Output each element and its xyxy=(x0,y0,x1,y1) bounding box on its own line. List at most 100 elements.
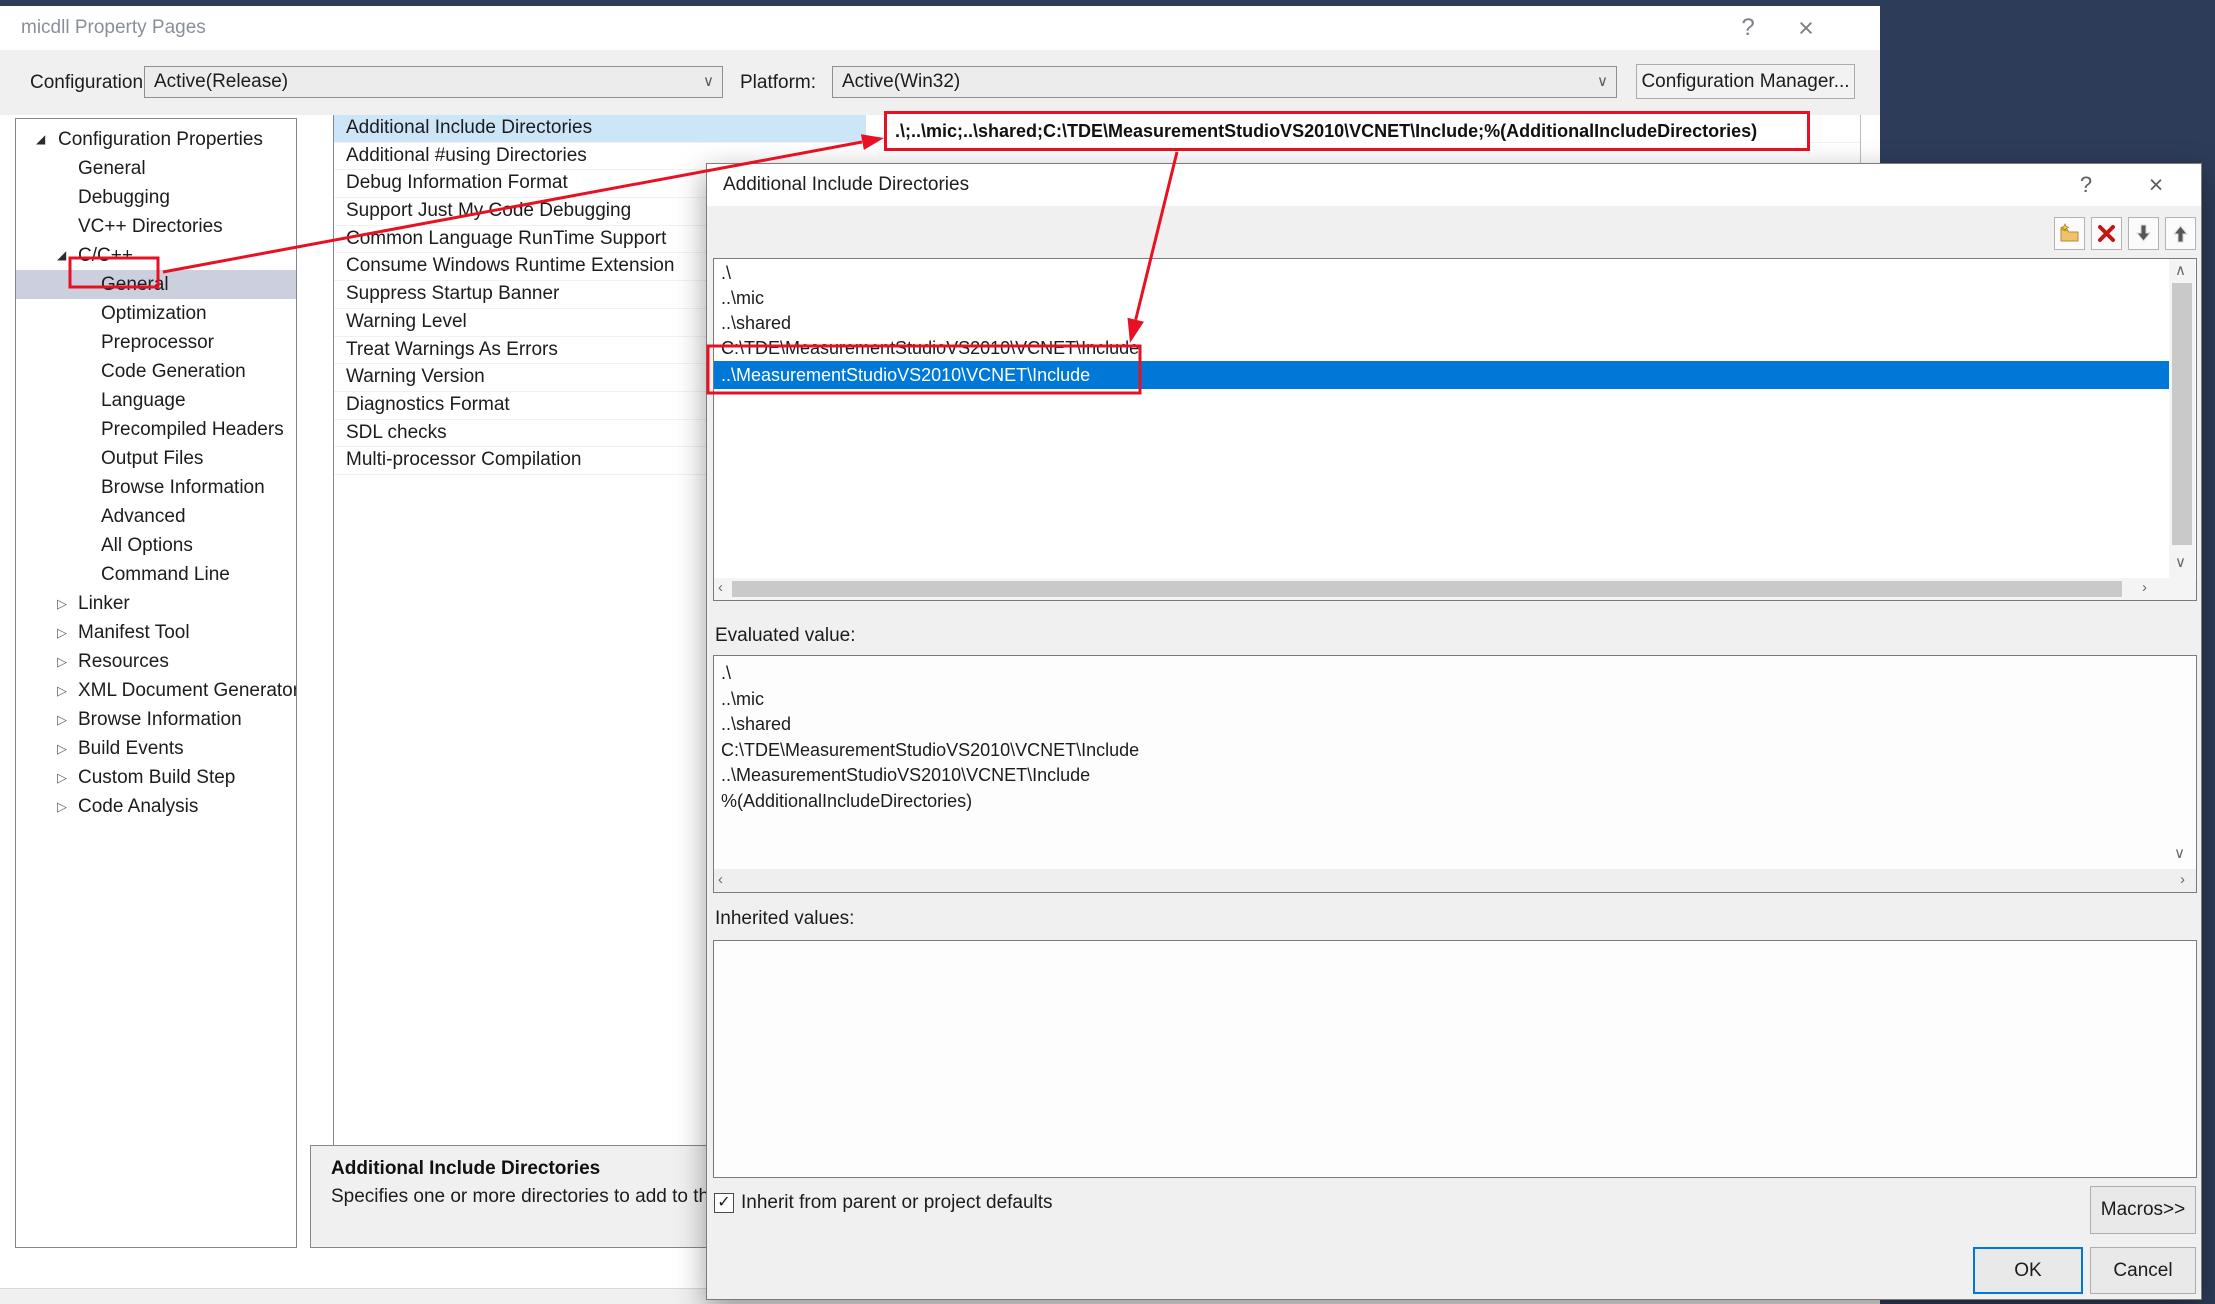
collapsed-icon[interactable]: ▷ xyxy=(57,676,67,705)
evaluated-line: ..\shared xyxy=(714,712,2164,738)
ok-button[interactable]: OK xyxy=(1973,1247,2083,1294)
tree-item-all-options[interactable]: All Options xyxy=(16,531,296,560)
configuration-select[interactable]: Active(Release) ∨ xyxy=(144,66,723,98)
property-value-text: .\;..\mic;..\shared;C:\TDE\MeasurementSt… xyxy=(887,114,1807,148)
platform-select[interactable]: Active(Win32) ∨ xyxy=(832,66,1617,98)
chevron-down-icon: ∨ xyxy=(703,67,714,97)
move-up-button[interactable] xyxy=(2165,217,2196,250)
tree-item-resources[interactable]: ▷Resources xyxy=(16,647,296,676)
scroll-right-icon[interactable]: › xyxy=(2142,579,2147,596)
dialog-title: Additional Include Directories xyxy=(723,164,969,206)
arrow-up-icon xyxy=(2170,223,2191,244)
configuration-bar: Configuration: Active(Release) ∨ Platfor… xyxy=(0,50,1880,115)
evaluated-line: C:\TDE\MeasurementStudioVS2010\VCNET\Inc… xyxy=(714,738,2164,764)
evaluated-line: ..\mic xyxy=(714,687,2164,713)
help-icon[interactable]: ? xyxy=(2069,164,2103,206)
evaluated-value-label: Evaluated value: xyxy=(715,625,856,647)
tree-item-debugging[interactable]: Debugging xyxy=(16,183,296,212)
tree-item-precompiled-headers[interactable]: Precompiled Headers xyxy=(16,415,296,444)
tree-item-code-generation[interactable]: Code Generation xyxy=(16,357,296,386)
inherit-defaults-label: Inherit from parent or project defaults xyxy=(741,1192,1053,1214)
tree-item-output-files[interactable]: Output Files xyxy=(16,444,296,473)
tree-item-preprocessor[interactable]: Preprocessor xyxy=(16,328,296,357)
configuration-manager-button[interactable]: Configuration Manager... xyxy=(1636,64,1855,99)
horizontal-scrollbar[interactable]: ‹ › xyxy=(714,578,2196,600)
delete-x-icon xyxy=(2096,223,2117,244)
collapsed-icon[interactable]: ▷ xyxy=(57,618,67,647)
tree-item-browse-information-2[interactable]: ▷Browse Information xyxy=(16,705,296,734)
property-value-field[interactable]: .\;..\mic;..\shared;C:\TDE\MeasurementSt… xyxy=(884,111,1810,151)
cancel-button[interactable]: Cancel xyxy=(2090,1247,2196,1294)
evaluated-line: .\ xyxy=(714,661,2164,687)
horizontal-scrollbar[interactable]: ‹ › xyxy=(714,869,2196,892)
window-title: micdll Property Pages xyxy=(21,6,206,50)
scroll-up-icon[interactable]: ∧ xyxy=(2175,261,2186,279)
platform-label: Platform: xyxy=(740,50,816,115)
collapsed-icon[interactable]: ▷ xyxy=(57,763,67,792)
list-item[interactable]: C:\TDE\MeasurementStudioVS2010\VCNET\Inc… xyxy=(714,336,2169,361)
move-down-button[interactable] xyxy=(2128,217,2159,250)
checkmark-icon: ✓ xyxy=(715,1194,733,1212)
collapsed-icon[interactable]: ▷ xyxy=(57,647,67,676)
scroll-left-icon[interactable]: ‹ xyxy=(718,579,723,596)
scrollbar-thumb[interactable] xyxy=(732,581,2122,597)
expanded-icon[interactable]: ◢ xyxy=(57,241,66,270)
inherit-defaults-checkbox[interactable]: ✓ xyxy=(714,1193,734,1213)
scroll-right-icon[interactable]: › xyxy=(2180,871,2185,888)
platform-value: Active(Win32) xyxy=(842,67,960,97)
list-item[interactable]: ..\mic xyxy=(714,286,2169,311)
directories-list[interactable]: .\ ..\mic ..\shared C:\TDE\MeasurementSt… xyxy=(713,258,2197,601)
expanded-icon[interactable]: ◢ xyxy=(36,125,45,154)
tree-item-language[interactable]: Language xyxy=(16,386,296,415)
configuration-value: Active(Release) xyxy=(154,67,288,97)
evaluated-line: ..\MeasurementStudioVS2010\VCNET\Include xyxy=(714,763,2164,789)
tree-item-manifest-tool[interactable]: ▷Manifest Tool xyxy=(16,618,296,647)
chevron-down-icon: ∨ xyxy=(1597,67,1608,97)
scroll-down-icon[interactable]: ∨ xyxy=(2174,844,2185,862)
scrollbar-thumb[interactable] xyxy=(2172,283,2192,545)
tree-item-vcpp-directories[interactable]: VC++ Directories xyxy=(16,212,296,241)
collapsed-icon[interactable]: ▷ xyxy=(57,705,67,734)
collapsed-icon[interactable]: ▷ xyxy=(57,792,67,821)
tree-item-configuration-properties[interactable]: ◢Configuration Properties xyxy=(16,125,296,154)
configuration-label: Configuration: xyxy=(30,50,148,115)
vertical-scrollbar[interactable]: ∧ ∨ xyxy=(2169,259,2195,578)
collapsed-icon[interactable]: ▷ xyxy=(57,734,67,763)
inherited-values-label: Inherited values: xyxy=(715,908,854,930)
window-titlebar: micdll Property Pages ? × xyxy=(0,6,1880,50)
scroll-left-icon[interactable]: ‹ xyxy=(718,871,723,888)
window-top-edge xyxy=(0,0,1880,6)
tree-item-cpp-general[interactable]: General xyxy=(16,270,296,299)
tree-item-build-events[interactable]: ▷Build Events xyxy=(16,734,296,763)
help-icon[interactable]: ? xyxy=(1726,6,1770,50)
tree-item-optimization[interactable]: Optimization xyxy=(16,299,296,328)
collapsed-icon[interactable]: ▷ xyxy=(57,589,67,618)
dialog-titlebar: Additional Include Directories ? × xyxy=(707,164,2201,206)
evaluated-line: %(AdditionalIncludeDirectories) xyxy=(714,789,2164,815)
tree-item-custom-build-step[interactable]: ▷Custom Build Step xyxy=(16,763,296,792)
delete-line-button[interactable] xyxy=(2091,217,2122,250)
macros-button[interactable]: Macros>> xyxy=(2090,1186,2196,1234)
new-line-button[interactable] xyxy=(2054,217,2085,250)
list-item-selected[interactable]: ..\MeasurementStudioVS2010\VCNET\Include xyxy=(714,361,2169,389)
tree-item-browse-information[interactable]: Browse Information xyxy=(16,473,296,502)
config-tree: ◢Configuration Properties General Debugg… xyxy=(15,118,297,1248)
screen: micdll Property Pages ? × Configuration:… xyxy=(0,0,2215,1303)
tree-item-general[interactable]: General xyxy=(16,154,296,183)
inherited-values-box[interactable] xyxy=(713,940,2197,1178)
list-item[interactable]: ..\shared xyxy=(714,311,2169,336)
tree-item-linker[interactable]: ▷Linker xyxy=(16,589,296,618)
close-icon[interactable]: × xyxy=(2139,164,2173,206)
list-item[interactable]: .\ xyxy=(714,261,2169,286)
tree-item-code-analysis[interactable]: ▷Code Analysis xyxy=(16,792,296,821)
additional-include-directories-dialog: Additional Include Directories ? × xyxy=(706,163,2202,1300)
tree-item-advanced[interactable]: Advanced xyxy=(16,502,296,531)
arrow-down-icon xyxy=(2133,223,2154,244)
tree-item-command-line[interactable]: Command Line xyxy=(16,560,296,589)
evaluated-value-box[interactable]: .\ ..\mic ..\shared C:\TDE\MeasurementSt… xyxy=(713,655,2197,893)
tree-item-c-cpp[interactable]: ◢C/C++ xyxy=(16,241,296,270)
scroll-down-icon[interactable]: ∨ xyxy=(2175,553,2186,571)
new-folder-icon xyxy=(2059,223,2080,244)
close-icon[interactable]: × xyxy=(1784,6,1828,50)
tree-item-xml-document-generator[interactable]: ▷XML Document Generator xyxy=(16,676,296,705)
